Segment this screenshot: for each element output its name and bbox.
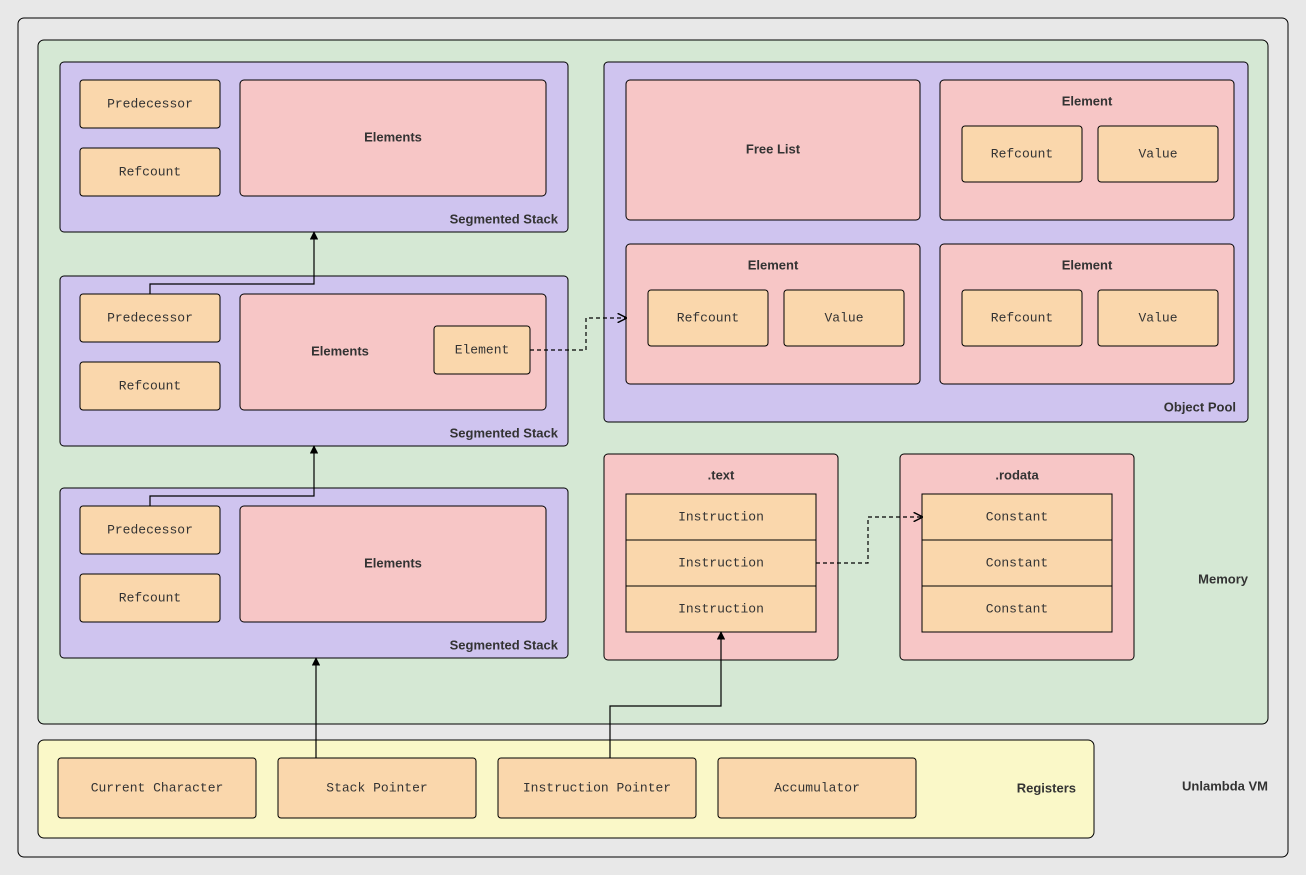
svg-text:.text: .text: [708, 467, 735, 482]
element-br-value: Value: [1138, 310, 1177, 325]
rodata-section: .rodata Constant Constant Constant: [900, 454, 1134, 660]
free-list: Free List: [746, 141, 801, 156]
elements-2: Elements: [311, 343, 369, 358]
element-bl-value: Value: [824, 310, 863, 325]
instr-1: Instruction: [678, 555, 764, 570]
registers-box: Registers Current Character Stack Pointe…: [38, 740, 1094, 838]
const-0: Constant: [986, 509, 1048, 524]
element-bl-label: Element: [748, 257, 799, 272]
element-tr-refcount: Refcount: [991, 146, 1053, 161]
instr-0: Instruction: [678, 509, 764, 524]
reg-stack-pointer: Stack Pointer: [326, 780, 427, 795]
object-pool: Object Pool Free List Element Refcount V…: [604, 62, 1248, 422]
const-2: Constant: [986, 601, 1048, 616]
elements-3: Elements: [364, 555, 422, 570]
refcount-2: Refcount: [119, 378, 181, 393]
segmented-stack-1: Segmented Stack Predecessor Refcount Ele…: [60, 62, 568, 232]
segmented-stack-2: Segmented Stack Predecessor Refcount Ele…: [60, 276, 568, 446]
text-section: .text Instruction Instruction Instructio…: [604, 454, 838, 660]
svg-text:Segmented Stack: Segmented Stack: [450, 637, 559, 652]
refcount-3: Refcount: [119, 590, 181, 605]
element-br-refcount: Refcount: [991, 310, 1053, 325]
element-bl-refcount: Refcount: [677, 310, 739, 325]
element-tr-value: Value: [1138, 146, 1177, 161]
segmented-stack-3: Segmented Stack Predecessor Refcount Ele…: [60, 488, 568, 658]
element-tr-label: Element: [1062, 93, 1113, 108]
element-br-label: Element: [1062, 257, 1113, 272]
refcount-1: Refcount: [119, 164, 181, 179]
vm-label: Unlambda VM: [1182, 778, 1268, 793]
predecessor-2: Predecessor: [107, 310, 193, 325]
instr-2: Instruction: [678, 601, 764, 616]
svg-text:.rodata: .rodata: [995, 467, 1039, 482]
memory-label: Memory: [1198, 571, 1249, 586]
svg-text:Segmented Stack: Segmented Stack: [450, 425, 559, 440]
reg-instruction-pointer: Instruction Pointer: [523, 780, 671, 795]
predecessor-3: Predecessor: [107, 522, 193, 537]
elements-1: Elements: [364, 129, 422, 144]
svg-text:Segmented Stack: Segmented Stack: [450, 211, 559, 226]
reg-current-char: Current Character: [91, 780, 224, 795]
svg-text:Registers: Registers: [1017, 780, 1076, 795]
predecessor-1: Predecessor: [107, 96, 193, 111]
reg-accumulator: Accumulator: [774, 780, 860, 795]
element-inner: Element: [455, 342, 510, 357]
svg-text:Object Pool: Object Pool: [1164, 399, 1236, 414]
const-1: Constant: [986, 555, 1048, 570]
